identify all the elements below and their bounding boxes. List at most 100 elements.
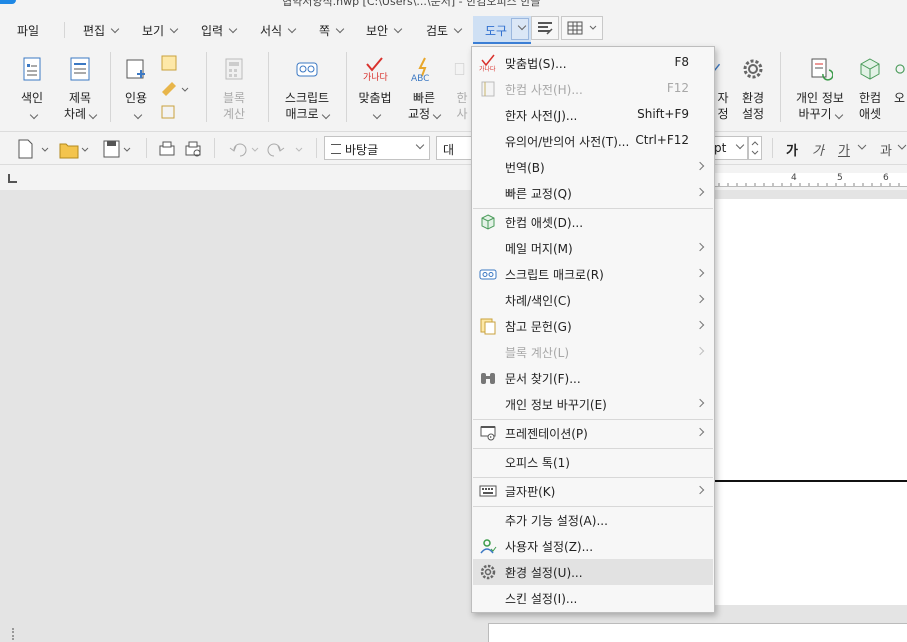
underline-button[interactable]: 가 — [838, 140, 850, 159]
quick-correct-button[interactable]: ABC 빠른 교정 — [404, 56, 444, 122]
block-calc-button[interactable]: 블록 계산 — [214, 56, 254, 122]
menu-security[interactable]: 보안 — [366, 22, 403, 39]
submenu-arrow-icon — [695, 161, 705, 171]
menu-view[interactable]: 보기 — [142, 22, 179, 39]
spellcheck-button[interactable]: 가나다 맞춤법 — [354, 56, 396, 122]
menu-item-label: 차례/색인(C) — [505, 294, 571, 308]
menu-item-bibliography[interactable]: 참고 문헌(G) — [473, 313, 713, 339]
next-page[interactable] — [488, 623, 907, 642]
redo-icon[interactable] — [266, 138, 306, 160]
menu-item-skin-settings[interactable]: 스킨 설정(I)... — [473, 585, 713, 611]
chevron-down-icon — [169, 24, 179, 34]
menu-item-office-talk[interactable]: 오피스 톡(1) — [473, 449, 713, 475]
menu-item-spellcheck[interactable]: 가나다 맞춤법(S)... F8 — [473, 50, 713, 76]
print-preview-icon[interactable] — [182, 138, 206, 160]
citation-button[interactable]: 인용 — [118, 56, 154, 122]
menu-item-label: 스킨 설정(I)... — [505, 592, 578, 606]
hanja-button[interactable]: 한 사 — [454, 56, 470, 122]
menu-item-label: 메일 머지(M) — [505, 242, 573, 256]
splitter-handle[interactable] — [12, 628, 16, 640]
menu-item-presentation[interactable]: 프레젠테이션(P) — [473, 420, 713, 446]
quick-style-button[interactable] — [531, 16, 559, 40]
menu-item-keyboard[interactable]: 글자판(K) — [473, 478, 713, 504]
font-size-spinner[interactable] — [748, 136, 762, 160]
print-icon[interactable] — [156, 138, 180, 160]
menu-item-script-macro[interactable]: 스크립트 매크로(R) — [473, 261, 713, 287]
menu-page[interactable]: 쪽 — [319, 22, 345, 39]
office-button[interactable]: 오 — [892, 56, 907, 106]
save-icon[interactable] — [100, 138, 134, 160]
chevron-down-icon — [834, 110, 843, 120]
hancom-asset-button[interactable]: 한컴 애셋 — [852, 56, 888, 122]
menu-item-hanja-dictionary[interactable]: 한자 사전(J)... Shift+F9 — [473, 102, 713, 128]
submenu-arrow-icon — [695, 320, 705, 330]
dictionary-icon — [479, 80, 497, 98]
spellcheck-icon: 가나다 — [363, 57, 389, 83]
menu-item-toc-index[interactable]: 차례/색인(C) — [473, 287, 713, 313]
citation-label: 인용 — [124, 91, 148, 105]
menu-tools[interactable]: 도구 — [473, 16, 531, 44]
menu-format[interactable]: 서식 — [260, 22, 297, 39]
paragraph-style-value: 바탕글 — [345, 143, 379, 157]
menu-item-preferences[interactable]: 환경 설정(U)... — [473, 559, 713, 585]
menu-item-translate[interactable]: 번역(B) — [473, 154, 713, 180]
document-page[interactable] — [713, 199, 907, 605]
menu-format-label: 서식 — [260, 24, 283, 38]
tab-type-icon[interactable] — [8, 174, 17, 183]
personal-info-button[interactable]: 개인 정보 바꾸기 — [790, 56, 850, 122]
menu-item-label: 한자 사전(J)... — [505, 109, 578, 123]
font-select[interactable]: 대표 — [436, 136, 472, 160]
user-setting-button[interactable]: 자 정 — [714, 56, 732, 122]
paragraph-style-select[interactable]: 바탕글 — [324, 136, 430, 160]
user-settings-icon — [479, 537, 497, 555]
toc-button[interactable]: 제목 차례 — [58, 56, 102, 122]
strikethrough-button[interactable]: 과 — [880, 140, 892, 159]
menu-insert[interactable]: 입력 — [201, 22, 238, 39]
chevron-down-icon — [110, 24, 120, 34]
svg-text:가나다: 가나다 — [363, 72, 388, 82]
menu-item-thesaurus[interactable]: 유의어/반의어 사전(T)... Ctrl+F12 — [473, 128, 713, 154]
ruler-label-5: 5 — [837, 173, 843, 183]
personal-info-label-2-wrap: 바꾸기 — [790, 106, 850, 122]
open-folder-icon[interactable] — [56, 138, 90, 160]
menu-tools-dropdown-button[interactable] — [511, 18, 529, 40]
horizontal-ruler[interactable]: 4 5 6 — [713, 173, 907, 187]
asset-cube-icon — [860, 58, 880, 80]
table-quick-button[interactable] — [561, 16, 603, 40]
menu-review[interactable]: 검토 — [426, 22, 463, 39]
undo-icon[interactable] — [224, 138, 264, 160]
menu-item-hancom-asset[interactable]: 한컴 애셋(D)... — [473, 209, 713, 235]
menu-item-block-calc[interactable]: 블록 계산(L) — [473, 339, 713, 365]
index-button[interactable]: 색인 — [12, 56, 52, 122]
menu-divider — [64, 22, 65, 38]
menu-tools-label: 도구 — [485, 24, 508, 38]
tools-menu-dropdown: 가나다 맞춤법(S)... F8 한컴 사전(H)... F12 한자 사전(J… — [471, 46, 715, 613]
menu-edit[interactable]: 편집 — [83, 22, 120, 39]
toc-icon — [70, 57, 90, 81]
script-macro-button[interactable]: 스크립트 매크로 — [280, 56, 334, 122]
block-calc-label-1: 블록 — [222, 91, 246, 105]
menu-item-addin-settings[interactable]: 추가 기능 설정(A)... — [473, 507, 713, 533]
menu-item-personal-info[interactable]: 개인 정보 바꾸기(E) — [473, 391, 713, 417]
format-toolbar: 바탕글 대표 pt 가 가 가 과 — [0, 132, 907, 165]
office-label: 오 — [893, 91, 906, 105]
menu-item-mail-merge[interactable]: 메일 머지(M) — [473, 235, 713, 261]
svg-text:ABC: ABC — [411, 74, 429, 82]
menu-item-find-document[interactable]: 문서 찾기(F)... — [473, 365, 713, 391]
quick-correct-label-2-wrap: 교정 — [404, 106, 444, 122]
presentation-icon — [479, 424, 497, 442]
menu-item-hancom-dictionary[interactable]: 한컴 사전(H)... F12 — [473, 76, 713, 102]
menu-item-shortcut: Shift+F9 — [637, 107, 689, 121]
citation-icon — [479, 317, 497, 335]
menu-item-user-settings[interactable]: 사용자 설정(Z)... — [473, 533, 713, 559]
bold-button[interactable]: 가 — [786, 140, 798, 159]
italic-button[interactable]: 가 — [812, 140, 824, 159]
macro-tape-icon — [479, 265, 497, 283]
window-title: 협약서양식.hwp [C:\Users\...\문서] - 한컴오피스 한글 — [282, 0, 541, 8]
menu-item-quick-correct[interactable]: 빠른 교정(Q) — [473, 180, 713, 206]
new-document-icon[interactable] — [14, 138, 44, 160]
preferences-button[interactable]: 환경 설정 — [736, 56, 770, 122]
menu-file[interactable]: 파일 — [17, 22, 39, 39]
block-calc-label-2: 계산 — [222, 107, 246, 121]
chevron-down-icon — [29, 110, 39, 120]
